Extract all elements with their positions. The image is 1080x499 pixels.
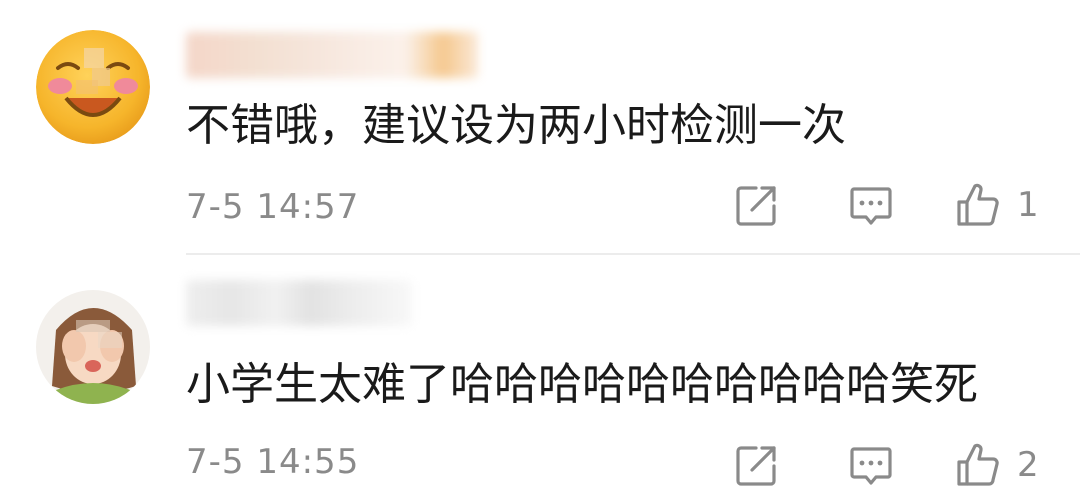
comment-timestamp: 7-5 14:55 [186,442,360,482]
laughing-emoji-icon [36,30,150,144]
like-count: 2 [1017,445,1039,485]
reply-button[interactable] [846,440,896,490]
thumbs-up-icon [957,183,999,226]
username-blurred[interactable] [186,32,478,78]
comment-text: 小学生太难了哈哈哈哈哈哈哈哈哈哈笑死 [186,359,978,410]
share-button[interactable] [732,180,782,230]
comment-icon [850,447,892,485]
like-button[interactable]: 2 [953,440,1039,490]
share-icon [736,446,776,486]
comment-text: 不错哦，建议设为两小时检测一次 [186,100,846,151]
share-icon [736,186,776,226]
user-avatar[interactable] [36,30,150,144]
user-avatar[interactable] [36,290,150,404]
reply-button[interactable] [846,180,896,230]
username-blurred[interactable] [186,280,412,326]
comment-item: 小学生太难了哈哈哈哈哈哈哈哈哈哈笑死 7-5 14:55 2 [0,254,1080,499]
like-count: 1 [1017,185,1039,225]
share-button[interactable] [732,440,782,490]
girl-covering-face-icon [36,290,150,404]
like-button[interactable]: 1 [953,180,1039,230]
thumbs-up-icon [957,443,999,486]
comment-timestamp: 7-5 14:57 [186,187,360,227]
comment-item: 不错哦，建议设为两小时检测一次 7-5 14:57 1 [0,0,1080,254]
comment-icon [850,187,892,225]
